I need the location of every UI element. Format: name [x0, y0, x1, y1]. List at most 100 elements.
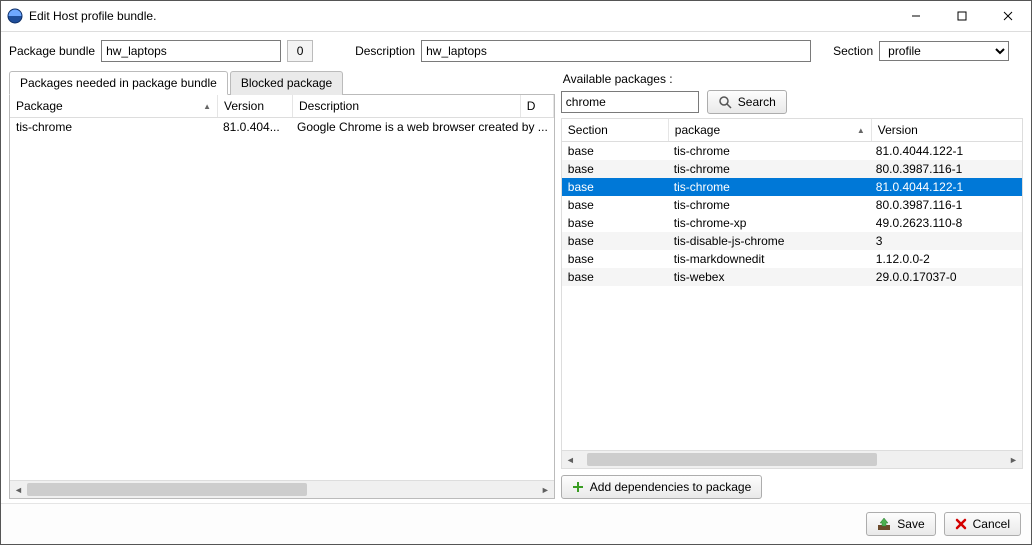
cell-version: 29.0.0.17037-0	[870, 270, 1022, 284]
right-hscroll[interactable]: ◄ ►	[562, 450, 1022, 468]
col-available-package[interactable]: package ▲	[669, 119, 872, 141]
cell-version: 81.0.404...	[217, 120, 291, 134]
col-version[interactable]: Version	[218, 95, 293, 117]
table-row[interactable]: basetis-chrome81.0.4044.122-1	[562, 142, 1022, 160]
cell-package: tis-chrome	[668, 180, 870, 194]
col-extra-label: D	[527, 99, 536, 113]
save-button-label: Save	[897, 517, 924, 531]
save-button[interactable]: Save	[866, 512, 935, 536]
add-deps-row: Add dependencies to package	[561, 469, 1023, 499]
left-grid-body[interactable]: tis-chrome81.0.404...Google Chrome is a …	[10, 118, 554, 480]
right-grid-header: Section package ▲ Version	[562, 119, 1022, 142]
cell-package: tis-chrome	[10, 120, 217, 134]
window-title: Edit Host profile bundle.	[29, 9, 156, 23]
titlebar: Edit Host profile bundle.	[1, 1, 1031, 32]
window: Edit Host profile bundle. Package bundle…	[0, 0, 1032, 545]
col-package[interactable]: Package ▲	[10, 95, 218, 117]
scroll-right-icon[interactable]: ►	[537, 481, 554, 498]
table-row[interactable]: basetis-chrome81.0.4044.122-1	[562, 178, 1022, 196]
available-packages-label: Available packages :	[561, 70, 1023, 90]
left-tabs: Packages needed in package bundle Blocke…	[9, 70, 555, 94]
cell-section: base	[562, 144, 668, 158]
footer: Save Cancel	[1, 503, 1031, 544]
cancel-icon	[955, 518, 967, 530]
tab-blocked-package[interactable]: Blocked package	[230, 71, 343, 95]
maximize-button[interactable]	[939, 1, 985, 31]
col-section-label: Section	[568, 123, 608, 137]
col-package-label: Package	[16, 99, 63, 113]
cell-section: base	[562, 216, 668, 230]
table-row[interactable]: basetis-chrome80.0.3987.116-1	[562, 160, 1022, 178]
left-grid: Package ▲ Version Description D tis-chro…	[9, 94, 555, 499]
sort-asc-icon: ▲	[203, 102, 211, 111]
cell-version: 49.0.2623.110-8	[870, 216, 1022, 230]
section-label: Section	[833, 44, 873, 58]
plus-icon	[572, 481, 584, 493]
col-version-label: Version	[224, 99, 264, 113]
search-icon	[718, 95, 732, 109]
scroll-left-icon[interactable]: ◄	[10, 481, 27, 498]
app-icon	[7, 8, 23, 24]
table-row[interactable]: basetis-markdownedit1.12.0.0-2	[562, 250, 1022, 268]
scroll-right-icon[interactable]: ►	[1005, 451, 1022, 468]
left-pane: Packages needed in package bundle Blocke…	[9, 70, 555, 499]
cell-package: tis-webex	[668, 270, 870, 284]
add-dependencies-button[interactable]: Add dependencies to package	[561, 475, 762, 499]
col-available-version[interactable]: Version	[872, 119, 1022, 141]
search-input[interactable]	[561, 91, 699, 113]
search-button[interactable]: Search	[707, 90, 787, 114]
right-pane: Available packages : Search Section pack…	[561, 70, 1023, 499]
col-description[interactable]: Description	[293, 95, 521, 117]
col-available-version-label: Version	[878, 123, 918, 137]
close-button[interactable]	[985, 1, 1031, 31]
cell-section: base	[562, 270, 668, 284]
left-hscroll[interactable]: ◄ ►	[10, 480, 554, 498]
cell-version: 80.0.3987.116-1	[870, 198, 1022, 212]
cell-package: tis-chrome	[668, 198, 870, 212]
col-section[interactable]: Section	[562, 119, 669, 141]
search-row: Search	[561, 90, 1023, 114]
cell-section: base	[562, 180, 668, 194]
cell-section: base	[562, 234, 668, 248]
cell-package: tis-markdownedit	[668, 252, 870, 266]
cell-section: base	[562, 198, 668, 212]
cell-version: 81.0.4044.122-1	[870, 180, 1022, 194]
description-label: Description	[355, 44, 415, 58]
table-row[interactable]: basetis-webex29.0.0.17037-0	[562, 268, 1022, 286]
cell-version: 81.0.4044.122-1	[870, 144, 1022, 158]
section-select[interactable]: profile	[879, 41, 1009, 61]
left-grid-header: Package ▲ Version Description D	[10, 95, 554, 118]
save-icon	[877, 517, 891, 531]
cell-package: tis-chrome	[668, 162, 870, 176]
col-extra[interactable]: D	[521, 95, 554, 117]
description-input[interactable]	[421, 40, 811, 62]
package-bundle-label: Package bundle	[9, 44, 95, 58]
right-grid: Section package ▲ Version basetis-chrome…	[561, 118, 1023, 469]
package-bundle-input[interactable]	[101, 40, 281, 62]
search-button-label: Search	[738, 95, 776, 109]
scroll-left-icon[interactable]: ◄	[562, 451, 579, 468]
add-dependencies-label: Add dependencies to package	[590, 480, 751, 494]
col-description-label: Description	[299, 99, 359, 113]
content-area: Packages needed in package bundle Blocke…	[1, 70, 1031, 503]
cell-section: base	[562, 162, 668, 176]
tab-packages-needed[interactable]: Packages needed in package bundle	[9, 71, 228, 95]
cancel-button-label: Cancel	[973, 517, 1010, 531]
table-row[interactable]: basetis-chrome-xp49.0.2623.110-8	[562, 214, 1022, 232]
right-grid-body[interactable]: basetis-chrome81.0.4044.122-1basetis-chr…	[562, 142, 1022, 450]
cell-version: 80.0.3987.116-1	[870, 162, 1022, 176]
minimize-button[interactable]	[893, 1, 939, 31]
cell-version: 3	[870, 234, 1022, 248]
cancel-button[interactable]: Cancel	[944, 512, 1021, 536]
cell-description: Google Chrome is a web browser created b…	[291, 120, 554, 134]
col-available-package-label: package	[675, 123, 720, 137]
cell-package: tis-chrome	[668, 144, 870, 158]
sort-asc-icon: ▲	[857, 126, 865, 135]
cell-package: tis-chrome-xp	[668, 216, 870, 230]
bundle-count: 0	[287, 40, 313, 62]
cell-package: tis-disable-js-chrome	[668, 234, 870, 248]
table-row[interactable]: basetis-chrome80.0.3987.116-1	[562, 196, 1022, 214]
table-row[interactable]: basetis-disable-js-chrome3	[562, 232, 1022, 250]
cell-version: 1.12.0.0-2	[870, 252, 1022, 266]
table-row[interactable]: tis-chrome81.0.404...Google Chrome is a …	[10, 118, 554, 136]
